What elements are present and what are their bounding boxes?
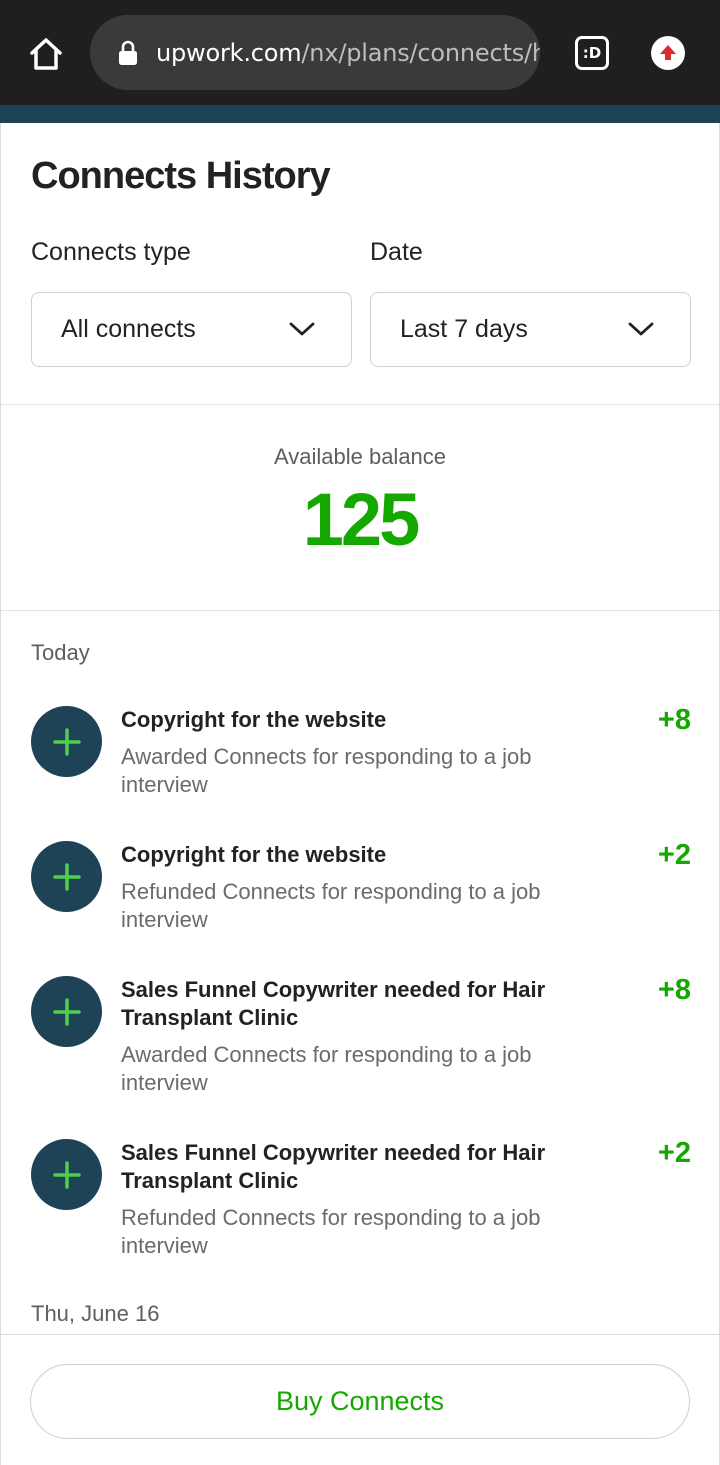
transaction-description: Refunded Connects for responding to a jo…: [121, 879, 541, 932]
connects-type-value: All connects: [61, 315, 196, 343]
footer-bar: Buy Connects: [1, 1334, 719, 1465]
transaction-description: Awarded Connects for responding to a job…: [121, 744, 532, 797]
chevron-down-icon: [289, 322, 315, 336]
plus-icon: [31, 976, 102, 1047]
transaction-amount: +2: [657, 839, 691, 871]
section-date: Thu, June 16: [31, 1301, 160, 1326]
transaction-description: Refunded Connects for responding to a jo…: [121, 1205, 541, 1258]
chevron-down-icon: [628, 322, 654, 336]
plus-icon: [31, 706, 102, 777]
transaction-title: Sales Funnel Copywriter needed for Hair …: [121, 1140, 546, 1193]
buy-connects-button[interactable]: Buy Connects: [30, 1364, 690, 1439]
transaction-item[interactable]: Sales Funnel Copywriter needed for Hair …: [31, 1137, 691, 1279]
url-host: upwork.com: [156, 38, 302, 67]
url-text: upwork.com/nx/plans/connects/hi: [156, 39, 540, 67]
connects-type-label: Connects type: [31, 238, 191, 266]
date-label: Date: [370, 238, 423, 266]
transaction-amount: +2: [657, 1137, 691, 1169]
transaction-item[interactable]: Sales Funnel Copywriter needed for Hair …: [31, 974, 691, 1116]
transaction-description: Awarded Connects for responding to a job…: [121, 1042, 532, 1095]
browser-toolbar: upwork.com/nx/plans/connects/hi :D: [0, 0, 720, 105]
lock-icon: [118, 40, 138, 66]
transaction-item[interactable]: Copyright for the website Refunded Conne…: [31, 839, 691, 951]
section-date-today: Today: [31, 640, 90, 665]
date-value: Last 7 days: [400, 315, 528, 343]
page-title: Connects History: [31, 155, 331, 197]
transaction-title: Sales Funnel Copywriter needed for Hair …: [121, 977, 546, 1030]
transaction-title: Copyright for the website: [121, 707, 387, 732]
transaction-item[interactable]: Copyright for the website Awarded Connec…: [31, 704, 691, 816]
balance-label: Available balance: [273, 444, 447, 469]
connects-type-select[interactable]: All connects: [31, 292, 352, 367]
divider: [1, 404, 719, 405]
home-icon: [30, 38, 62, 70]
connects-history-page: Connects History Connects type Date All …: [0, 123, 720, 1465]
date-select[interactable]: Last 7 days: [370, 292, 691, 367]
transaction-amount: +8: [657, 974, 691, 1006]
tabs-button[interactable]: :D: [575, 36, 609, 70]
home-button[interactable]: [22, 30, 70, 78]
url-path: /nx/plans/connects/hi: [301, 38, 540, 67]
plus-icon: [31, 1139, 102, 1210]
upload-icon: [660, 45, 676, 60]
transaction-title: Copyright for the website: [121, 842, 387, 867]
address-bar[interactable]: upwork.com/nx/plans/connects/hi: [90, 15, 540, 90]
divider: [1, 610, 719, 611]
header-strip: [0, 105, 720, 123]
transaction-amount: +8: [657, 704, 691, 736]
plus-icon: [31, 841, 102, 912]
upload-button[interactable]: [651, 36, 685, 70]
balance-value: 125: [302, 478, 420, 561]
